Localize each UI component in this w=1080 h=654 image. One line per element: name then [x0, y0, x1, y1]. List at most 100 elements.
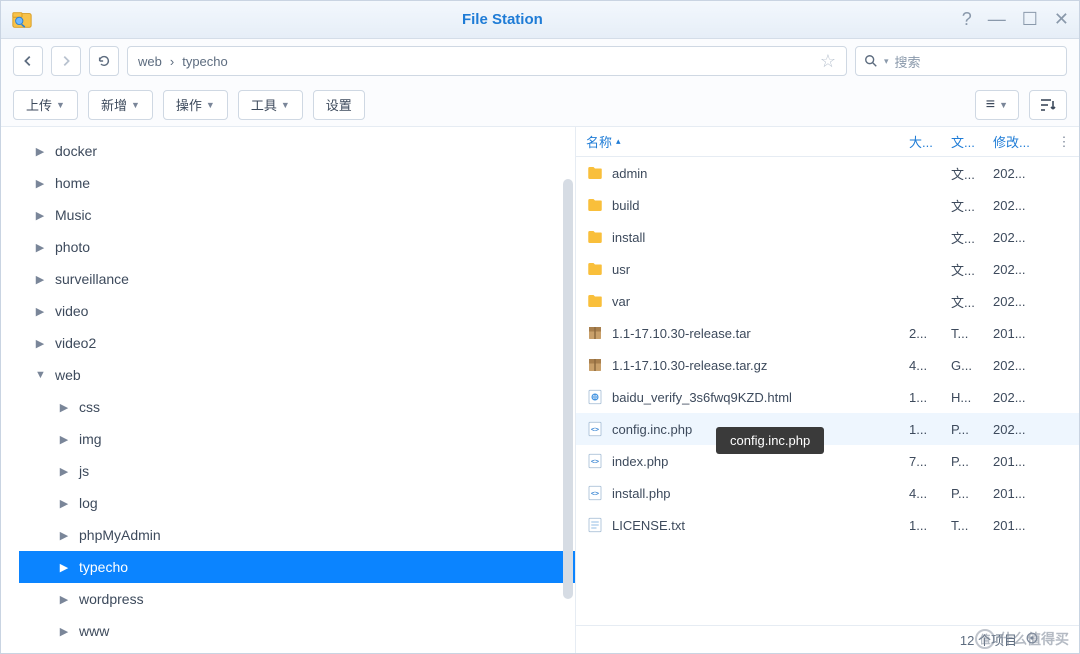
footer-settings-icon[interactable] [1025, 631, 1039, 648]
expand-icon[interactable]: ▶ [35, 273, 45, 286]
tools-button[interactable]: 工具▼ [238, 90, 303, 120]
expand-icon[interactable]: ▶ [59, 433, 69, 446]
file-size: 4... [909, 358, 951, 373]
favorite-icon[interactable]: ☆ [820, 51, 836, 72]
tree-item-label: home [55, 175, 90, 191]
file-type: 文... [951, 292, 993, 311]
create-button[interactable]: 新增▼ [88, 90, 153, 120]
file-row[interactable]: 1.1-17.10.30-release.tar.gz4...G...202..… [576, 349, 1079, 381]
file-type: 文... [951, 228, 993, 247]
expand-icon[interactable]: ▶ [59, 593, 69, 606]
file-row[interactable]: LICENSE.txt1...T...201... [576, 509, 1079, 541]
action-button[interactable]: 操作▼ [163, 90, 228, 120]
tree-item-label: www [79, 623, 109, 639]
tree-item-web[interactable]: ▼web [19, 359, 575, 391]
tree-item-www[interactable]: ▶ www [19, 615, 575, 647]
search-input[interactable]: ▾ 搜索 [855, 46, 1067, 76]
file-size: 4... [909, 486, 951, 501]
settings-button[interactable]: 设置 [313, 90, 365, 120]
expand-icon[interactable]: ▶ [35, 337, 45, 350]
collapse-icon[interactable]: ▼ [35, 369, 45, 381]
help-icon[interactable]: ? [962, 9, 972, 30]
tree-item-label: log [79, 495, 98, 511]
tree-item-home[interactable]: ▶ home [19, 167, 575, 199]
tree-item-phpmyadmin[interactable]: ▶phpMyAdmin [19, 519, 575, 551]
expand-icon[interactable]: ▶ [35, 241, 45, 254]
file-row[interactable]: <>config.inc.php1...P...202... [576, 413, 1079, 445]
file-name: var [612, 294, 630, 309]
svg-text:<>: <> [591, 490, 599, 497]
forward-button[interactable] [51, 46, 81, 76]
tree-item-label: typecho [79, 559, 128, 575]
maximize-icon[interactable]: ☐ [1022, 9, 1038, 30]
php-icon: <> [586, 420, 604, 438]
column-size[interactable]: 大... [909, 132, 951, 151]
upload-button[interactable]: 上传▼ [13, 90, 78, 120]
tree-item-img[interactable]: ▶img [19, 423, 575, 455]
file-row[interactable]: var 文...202... [576, 285, 1079, 317]
file-station-window: File Station ? — ☐ ✕ web › typecho ☆ ▾ 搜… [0, 0, 1080, 654]
tree-item-surveillance[interactable]: ▶surveillance [19, 263, 575, 295]
expand-icon[interactable]: ▶ [59, 529, 69, 542]
close-icon[interactable]: ✕ [1054, 9, 1069, 30]
file-row[interactable]: usr文...202... [576, 253, 1079, 285]
expand-icon[interactable]: ▶ [59, 465, 69, 478]
tree-item-js[interactable]: ▶ js [19, 455, 575, 487]
refresh-button[interactable] [89, 46, 119, 76]
file-row[interactable]: baidu_verify_3s6fwq9KZD.html1...H...202.… [576, 381, 1079, 413]
file-row[interactable]: admin文...202... [576, 157, 1079, 189]
tree-item-label: wordpress [79, 591, 144, 607]
tree-item-music[interactable]: ▶Music [19, 199, 575, 231]
tree-item-photo[interactable]: ▶photo [19, 231, 575, 263]
search-caret-icon: ▾ [884, 56, 889, 67]
file-modified: 202... [993, 390, 1049, 405]
tree-item-video2[interactable]: ▶video2 [19, 327, 575, 359]
minimize-icon[interactable]: — [988, 9, 1006, 30]
file-modified: 201... [993, 486, 1049, 501]
expand-icon[interactable]: ▶ [59, 401, 69, 414]
nav-bar: web › typecho ☆ ▾ 搜索 [1, 39, 1079, 83]
file-modified: 202... [993, 198, 1049, 213]
file-name: 1.1-17.10.30-release.tar.gz [612, 358, 767, 373]
file-name: admin [612, 166, 647, 181]
expand-icon[interactable]: ▶ [59, 497, 69, 510]
file-row[interactable]: <>index.php7...P...201... [576, 445, 1079, 477]
file-row[interactable]: install文...202... [576, 221, 1079, 253]
path-segment-web[interactable]: web [138, 54, 162, 69]
file-row[interactable]: 1.1-17.10.30-release.tar2...T...201... [576, 317, 1079, 349]
file-type: P... [951, 486, 993, 501]
column-name[interactable]: 名称▴ [576, 132, 909, 151]
column-type[interactable]: 文... [951, 132, 993, 151]
file-modified: 202... [993, 358, 1049, 373]
file-row[interactable]: <>install.php4...P...201... [576, 477, 1079, 509]
tree-item-typecho[interactable]: ▶ typecho [19, 551, 575, 583]
column-modified[interactable]: 修改... [993, 132, 1049, 151]
expand-icon[interactable]: ▶ [35, 209, 45, 222]
tree-item-wordpress[interactable]: ▶ wordpress [19, 583, 575, 615]
file-modified: 201... [993, 454, 1049, 469]
expand-icon[interactable]: ▶ [35, 145, 45, 158]
sort-button[interactable] [1029, 90, 1067, 120]
tree-item-docker[interactable]: ▶docker [19, 135, 575, 167]
tree-item-log[interactable]: ▶ log [19, 487, 575, 519]
tree-item-video[interactable]: ▶ video [19, 295, 575, 327]
svg-text:<>: <> [591, 426, 599, 433]
file-row[interactable]: build文...202... [576, 189, 1079, 221]
expand-icon[interactable]: ▶ [59, 625, 69, 638]
back-button[interactable] [13, 46, 43, 76]
expand-icon[interactable]: ▶ [35, 305, 45, 318]
tree-item-label: js [79, 463, 89, 479]
path-bar[interactable]: web › typecho ☆ [127, 46, 847, 76]
file-modified: 202... [993, 294, 1049, 309]
column-menu-icon[interactable]: ⋮ [1049, 134, 1079, 150]
tree-scrollbar[interactable] [563, 179, 573, 599]
path-segment-typecho[interactable]: typecho [182, 54, 228, 69]
file-modified: 202... [993, 230, 1049, 245]
expand-icon[interactable]: ▶ [35, 177, 45, 190]
tree-item-label: css [79, 399, 100, 415]
tree-item-label: video [55, 303, 88, 319]
view-mode-button[interactable]: ≡▼ [975, 90, 1019, 120]
file-size: 1... [909, 390, 951, 405]
expand-icon[interactable]: ▶ [59, 561, 69, 574]
tree-item-css[interactable]: ▶ css [19, 391, 575, 423]
